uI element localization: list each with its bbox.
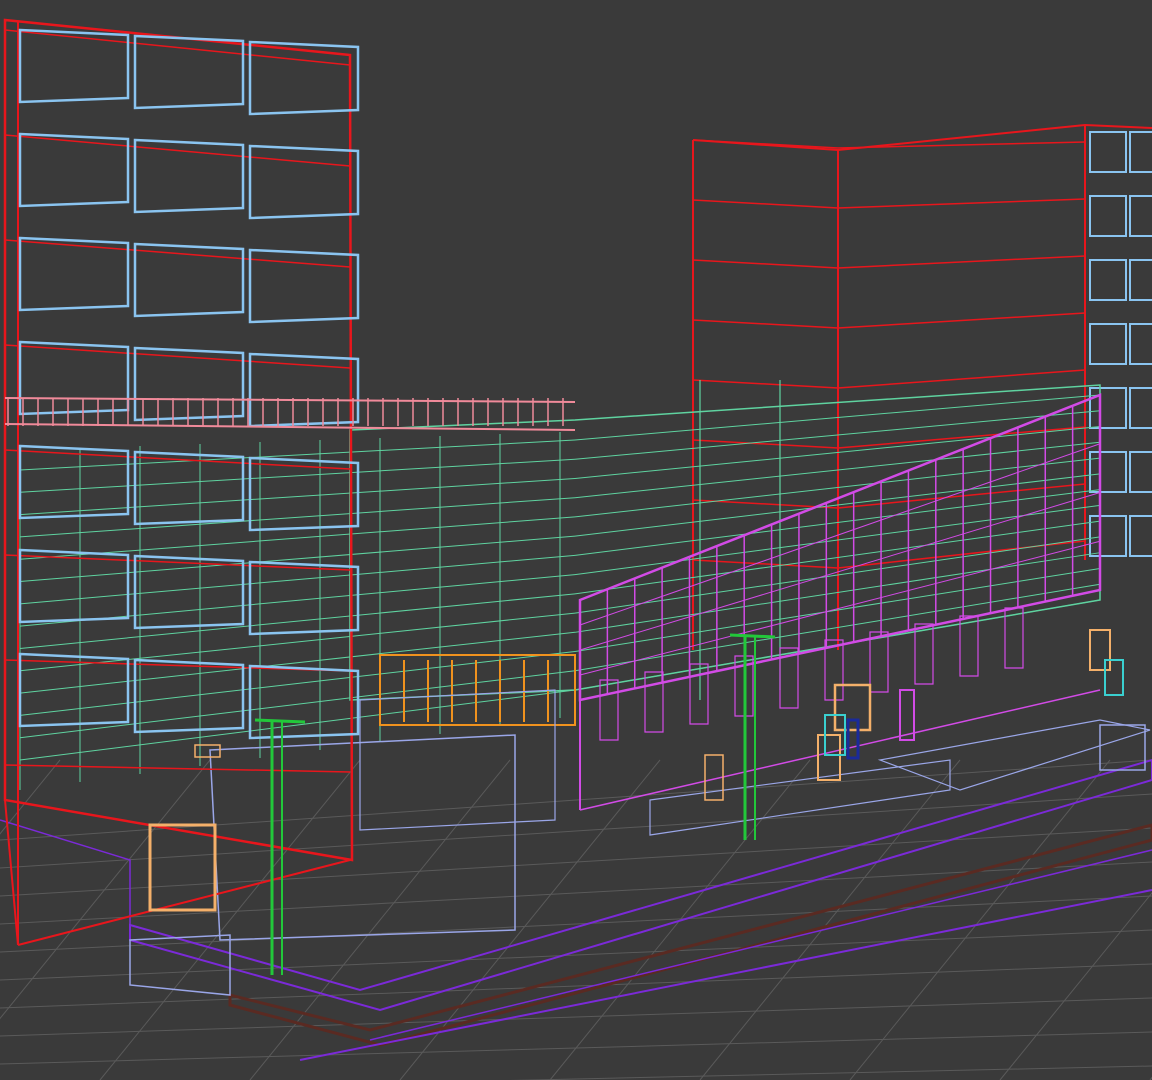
floor-line	[837, 198, 1086, 209]
wireframe-scene	[0, 18, 1152, 1080]
ground-grid	[0, 759, 1152, 1080]
building-outline	[3, 18, 354, 862]
window-frame	[1129, 195, 1152, 237]
facade-panel	[914, 623, 934, 685]
storefront-box	[359, 689, 556, 831]
floor-line	[4, 764, 351, 773]
street-edge	[299, 889, 1152, 1061]
floor-line	[692, 139, 839, 149]
facade-panel	[1004, 607, 1024, 669]
street-edge	[369, 849, 1152, 1041]
window-frame	[1089, 323, 1127, 365]
window-frame	[1089, 387, 1127, 429]
window-frame	[133, 346, 245, 422]
floor-line	[692, 319, 839, 329]
grid-line	[0, 759, 211, 1020]
bollard	[899, 689, 915, 741]
facade-panel	[599, 679, 619, 741]
floor-line	[837, 255, 1086, 269]
sidewalk-outline	[129, 758, 1152, 1012]
slab-line	[19, 497, 576, 538]
kiosk-frame	[1089, 629, 1111, 671]
window-frame	[1129, 451, 1152, 493]
grid-line	[99, 759, 361, 1080]
window-frame	[1129, 131, 1152, 173]
grid-line	[249, 759, 511, 1080]
floor-line	[837, 369, 1086, 389]
facade-panel	[869, 631, 889, 693]
slab-line	[19, 477, 576, 516]
floor-line	[4, 134, 351, 167]
bench-box	[877, 719, 1151, 791]
window-frame	[133, 34, 245, 110]
slab-line	[19, 670, 576, 739]
grid-line	[509, 1065, 1152, 1080]
window-frame	[1129, 387, 1152, 429]
lamp-arm	[729, 633, 776, 639]
facade-transom	[579, 443, 1101, 626]
railing-top	[4, 397, 576, 403]
grid-line	[0, 963, 1152, 1009]
window-frame	[1129, 515, 1152, 557]
sign-frame	[1104, 659, 1124, 696]
slab-line	[19, 554, 576, 605]
middle-block-wireframe	[19, 380, 1151, 996]
floor-line	[837, 312, 1086, 329]
window-frame	[1089, 259, 1127, 301]
floor-line	[4, 239, 351, 268]
floor-line	[837, 426, 1086, 449]
sign-post	[846, 718, 860, 760]
window-frame	[1089, 451, 1127, 493]
window-frame	[248, 560, 360, 636]
facade-panel	[959, 615, 979, 677]
window-frame	[1129, 323, 1152, 365]
facade-transom	[579, 492, 1101, 651]
window-frame	[248, 40, 360, 116]
slab-line	[19, 458, 576, 493]
3d-wireframe-viewport[interactable]	[0, 0, 1152, 1080]
floor-line	[692, 559, 839, 569]
window-frame	[1129, 259, 1152, 301]
building-edge	[17, 859, 351, 946]
grid-line	[849, 759, 1111, 1080]
floor-line	[692, 199, 839, 209]
window-frame	[18, 444, 130, 520]
grid-line	[999, 892, 1152, 1080]
floor-line	[692, 259, 839, 269]
window-frame	[1089, 195, 1127, 237]
window-frame	[1089, 131, 1127, 173]
floor-line	[837, 141, 1086, 149]
lamp-arm	[254, 718, 306, 724]
grid-line	[0, 997, 1152, 1037]
sign-frame	[194, 744, 221, 758]
facade-panel	[644, 671, 664, 733]
bin-frame	[817, 734, 841, 781]
kiosk-frame	[833, 683, 872, 732]
window-frame	[18, 548, 130, 624]
window-frame	[248, 144, 360, 220]
window-frame	[248, 664, 360, 740]
floor-line	[692, 379, 839, 389]
slab-line	[19, 593, 576, 649]
floor-line	[4, 29, 351, 66]
